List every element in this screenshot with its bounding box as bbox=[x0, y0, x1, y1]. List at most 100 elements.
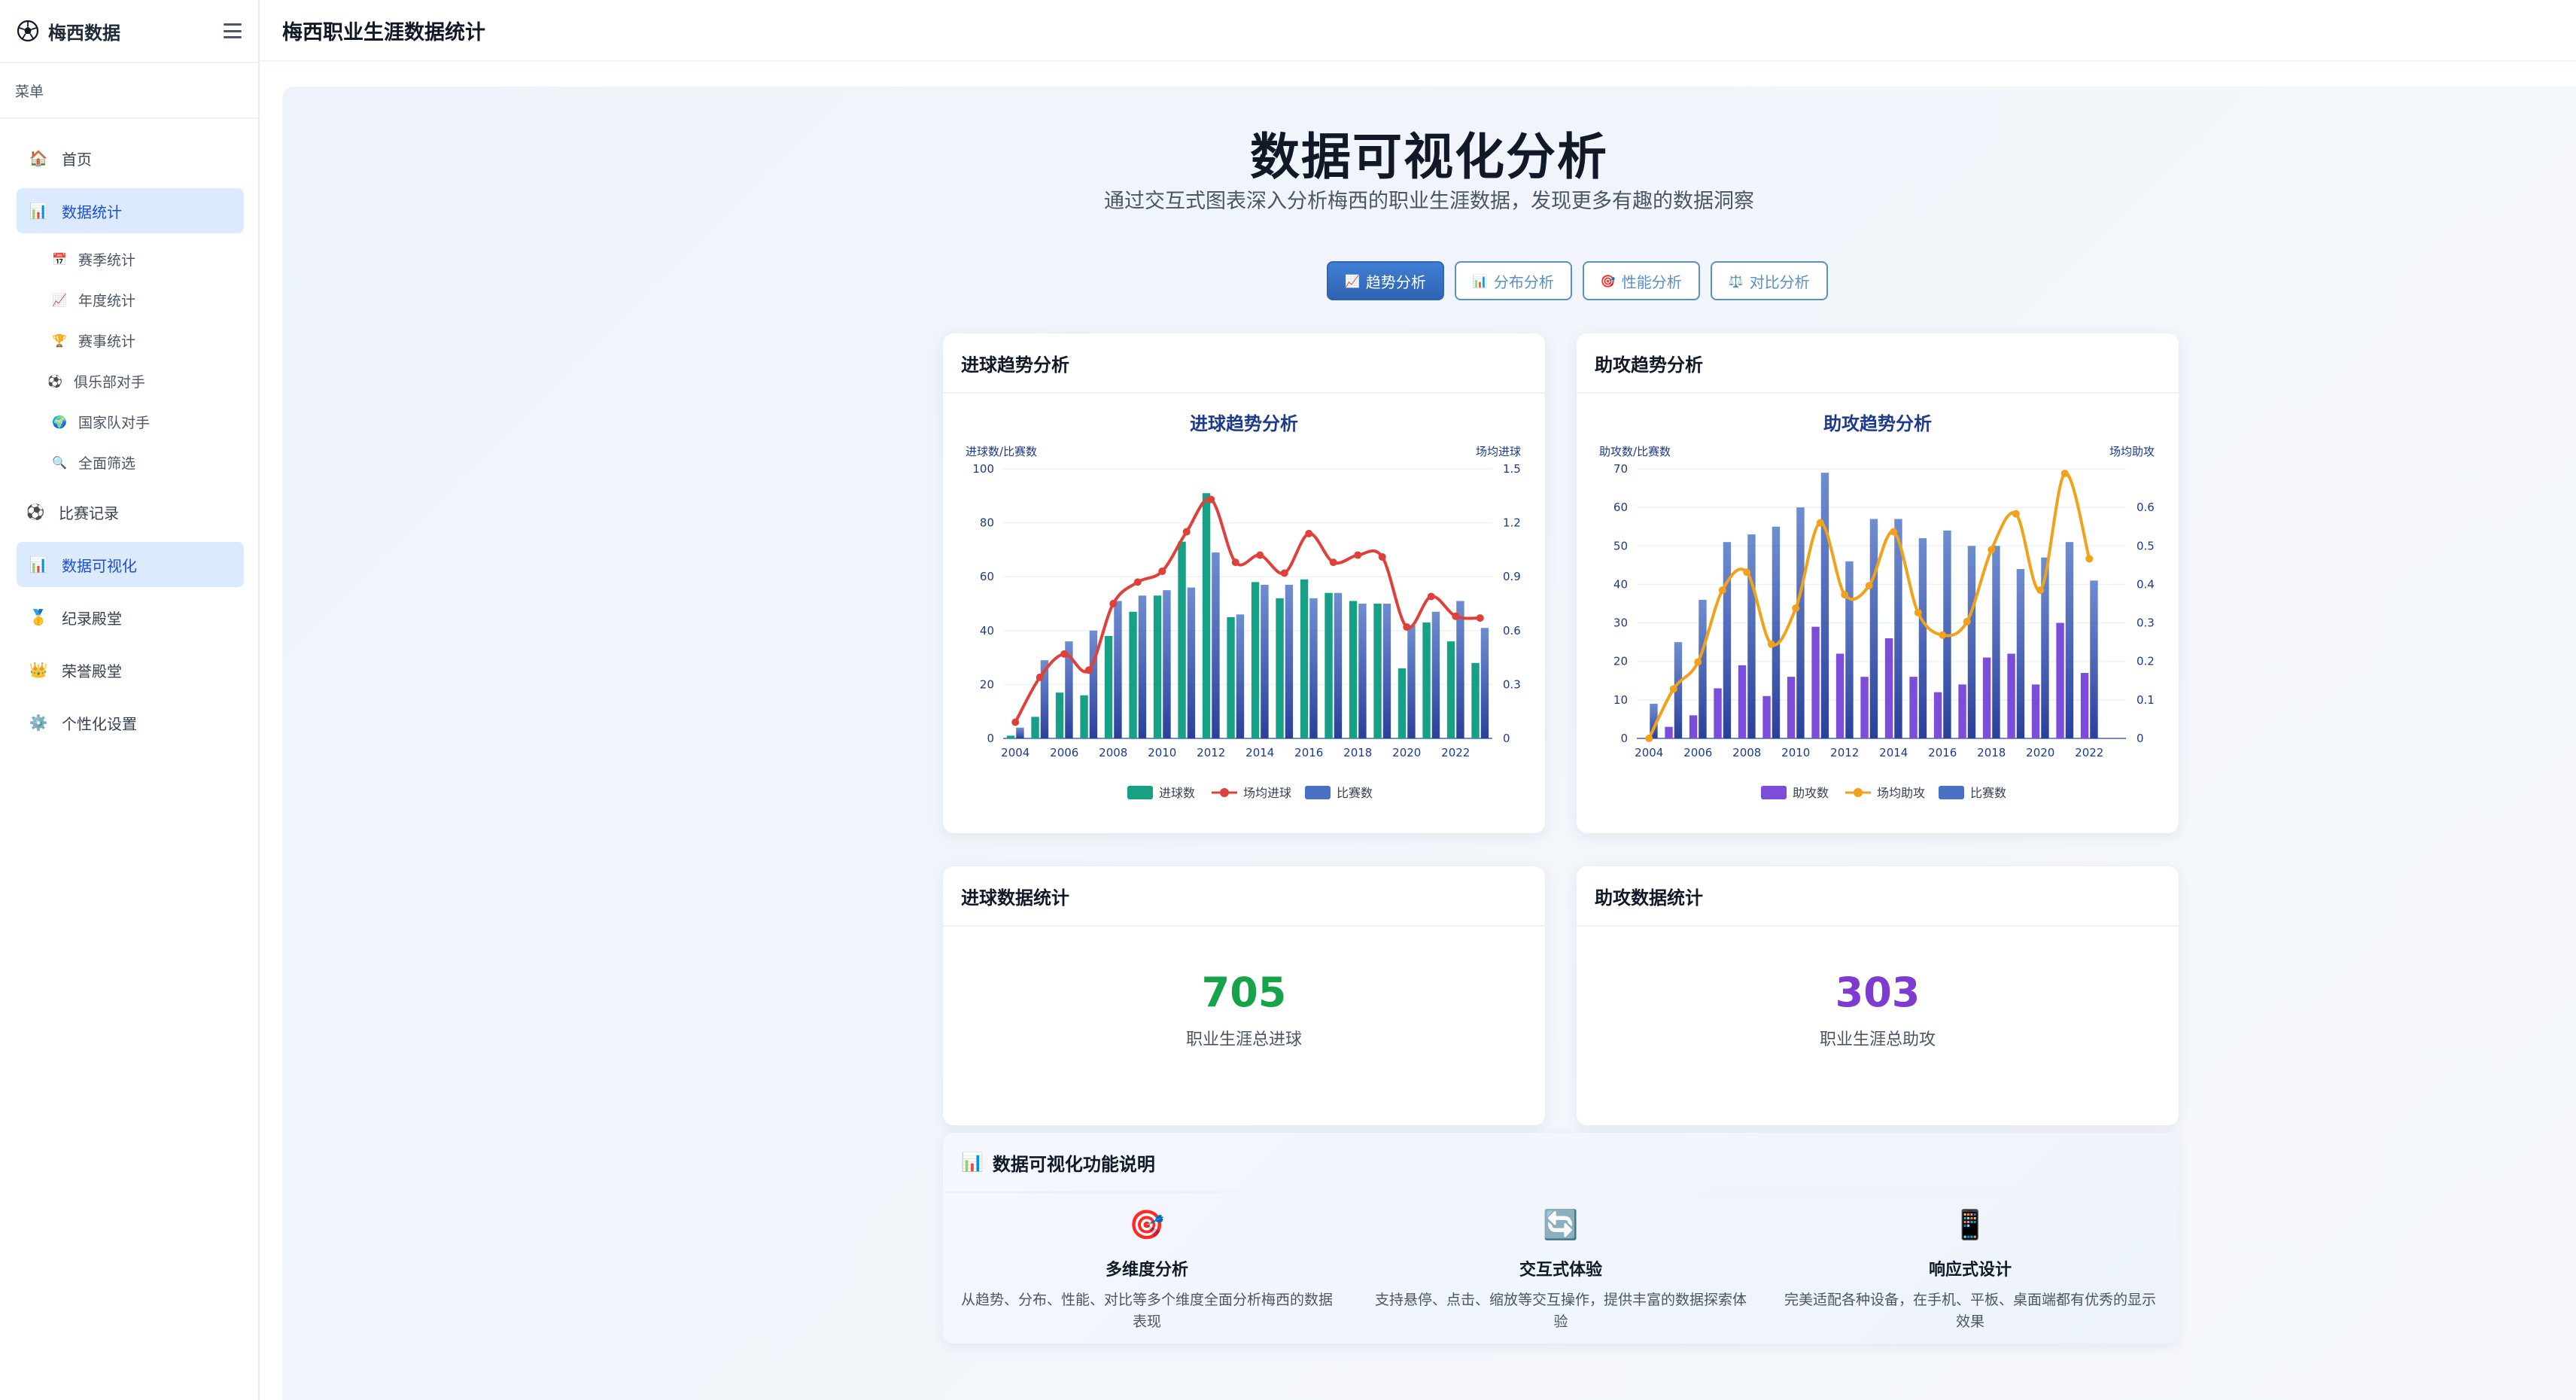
sidebar-subitem-yearly[interactable]: 📈 年度统计 bbox=[51, 285, 135, 315]
bar-进球数 bbox=[1446, 641, 1455, 738]
sidebar-subitem-label: 国家队对手 bbox=[78, 414, 151, 431]
card-title: 进球趋势分析 bbox=[943, 333, 1545, 394]
bar-进球数 bbox=[1471, 662, 1480, 738]
bar-比赛数 bbox=[1407, 625, 1416, 738]
bar-比赛数 bbox=[1236, 614, 1245, 738]
chart-title: 助攻趋势分析 bbox=[1823, 413, 1932, 434]
y2-tick-label: 0.3 bbox=[1503, 677, 1521, 691]
line-point bbox=[1939, 631, 1947, 639]
hero-title: 数据可视化分析 bbox=[1250, 128, 1608, 186]
x-tick-label: 2018 bbox=[1977, 746, 2006, 759]
bar-比赛数 bbox=[1016, 727, 1024, 738]
bar-助攻数 bbox=[1811, 626, 1820, 738]
sidebar-item-settings[interactable]: ⚙️ 个性化设置 bbox=[17, 700, 244, 745]
feature-description: 支持悬停、点击、缩放等交互操作，提供丰富的数据探索体验 bbox=[1374, 1292, 1747, 1330]
y-tick-label: 80 bbox=[980, 516, 994, 530]
sidebar-subitem-season[interactable]: 📅 赛季统计 bbox=[51, 244, 135, 274]
legend-swatch bbox=[1939, 786, 1964, 799]
card-title: 进球数据统计 bbox=[943, 866, 1545, 927]
sidebar-item-label: 荣誉殿堂 bbox=[62, 662, 122, 680]
bar-chart-icon: 📊 bbox=[1472, 273, 1488, 288]
tab-label: 趋势分析 bbox=[1365, 272, 1426, 291]
y2-tick-label: 0.6 bbox=[1503, 624, 1521, 638]
bar-助攻数 bbox=[2007, 653, 2015, 738]
y-tick-label: 50 bbox=[1613, 539, 1628, 552]
line-point bbox=[1669, 685, 1677, 693]
y-tick-label: 60 bbox=[1613, 501, 1628, 514]
bar-进球数 bbox=[1178, 541, 1186, 738]
card-title: 助攻数据统计 bbox=[1577, 866, 2179, 927]
tab-distribution[interactable]: 📊 分布分析 bbox=[1454, 261, 1572, 300]
sidebar-subitem-filter[interactable]: 🔍 全面筛选 bbox=[51, 447, 135, 477]
bar-比赛数 bbox=[1796, 507, 1805, 738]
bar-进球数 bbox=[1422, 622, 1431, 738]
y-tick-label: 30 bbox=[1613, 616, 1628, 630]
y2-tick-label: 0.9 bbox=[1503, 570, 1521, 583]
bar-助攻数 bbox=[1762, 695, 1771, 738]
gear-icon: ⚙️ bbox=[29, 714, 48, 732]
bar-比赛数 bbox=[1187, 587, 1196, 738]
sidebar-subitem-club-opponents[interactable]: ⚽ 俱乐部对手 bbox=[47, 366, 145, 396]
x-tick-label: 2016 bbox=[1928, 746, 1957, 759]
assists-trend-chart[interactable]: 助攻趋势分析助攻数/比赛数 场均助攻0 010 0.120 0.230 0.340 0.45… bbox=[1577, 394, 2179, 833]
bar-助攻数 bbox=[1835, 653, 1845, 738]
medal-icon: 🥇 bbox=[29, 608, 48, 626]
y-tick-label: 20 bbox=[1613, 655, 1628, 668]
y-tick-label: 40 bbox=[980, 624, 994, 638]
line-point bbox=[1452, 612, 1460, 620]
tab-label: 性能分析 bbox=[1621, 272, 1682, 291]
card-title: 助攻趋势分析 bbox=[1577, 333, 2179, 394]
bar-助攻数 bbox=[1982, 657, 1991, 738]
tab-performance[interactable]: 🎯 性能分析 bbox=[1582, 261, 1700, 300]
goals-trend-chart[interactable]: 进球趋势分析进球数/比赛数 场均进球0 020 0.340 0.660 0.980 1.21… bbox=[943, 394, 1545, 833]
sidebar-item-home[interactable]: 🏠 首页 bbox=[17, 135, 244, 181]
bar-助攻数 bbox=[1860, 677, 1869, 738]
line-point bbox=[1231, 558, 1239, 567]
bar-比赛数 bbox=[1382, 604, 1391, 738]
line-point bbox=[1109, 600, 1118, 607]
bar-比赛数 bbox=[1869, 519, 1878, 738]
top-bar: 梅西职业生涯数据统计 bbox=[260, 0, 2576, 62]
y-axis-label: 助攻数/比赛数 bbox=[1599, 445, 1671, 458]
bar-比赛数 bbox=[1163, 590, 1171, 738]
line-point bbox=[1890, 528, 1898, 536]
sidebar-item-records[interactable]: 🥇 纪录殿堂 bbox=[17, 595, 244, 640]
bar-比赛数 bbox=[1772, 526, 1781, 738]
soccer-ball-icon bbox=[17, 20, 39, 42]
legend-label: 助攻数 bbox=[1793, 786, 1829, 800]
assists-trend-card: 助攻趋势分析 助攻趋势分析 助攻数/比赛数 场均助攻 0 0 10 0.1 20 0.2 30 0.… bbox=[1577, 333, 2179, 833]
tab-trend[interactable]: 📈 趋势分析 bbox=[1327, 261, 1444, 300]
sidebar-item-statistics[interactable]: 📊 数据统计 bbox=[17, 188, 244, 233]
feature-interactive: 🔄 交互式体验 支持悬停、点击、缩放等交互操作，提供丰富的数据探索体验 bbox=[1361, 1208, 1760, 1333]
bar-助攻数 bbox=[1714, 688, 1722, 738]
sidebar-item-honors[interactable]: 👑 荣誉殿堂 bbox=[17, 647, 244, 692]
line-point bbox=[1256, 551, 1264, 559]
x-tick-label: 2008 bbox=[1099, 746, 1127, 759]
tab-label: 对比分析 bbox=[1749, 272, 1810, 291]
x-tick-label: 2022 bbox=[1441, 746, 1470, 759]
x-tick-label: 2020 bbox=[2026, 746, 2054, 759]
bar-比赛数 bbox=[1456, 601, 1464, 738]
sidebar-subitem-competition[interactable]: 🏆 赛事统计 bbox=[51, 325, 135, 355]
bar-进球数 bbox=[1055, 692, 1064, 738]
tab-comparison[interactable]: ⚖️ 对比分析 bbox=[1710, 261, 1828, 300]
line-point bbox=[1036, 673, 1044, 681]
line-point bbox=[1645, 735, 1653, 742]
total-assists-label: 职业生涯总助攻 bbox=[1819, 1030, 1936, 1049]
sidebar-item-visualization[interactable]: 📊 数据可视化 bbox=[17, 542, 244, 587]
sidebar-item-matches[interactable]: ⚽ 比赛记录 bbox=[14, 489, 241, 534]
brand: 梅西数据 bbox=[0, 0, 258, 63]
y-tick-label: 20 bbox=[980, 677, 994, 691]
x-tick-label: 2020 bbox=[1392, 746, 1421, 759]
x-tick-label: 2014 bbox=[1879, 746, 1908, 759]
y2-tick-label: 0.2 bbox=[2137, 655, 2155, 668]
x-tick-label: 2016 bbox=[1294, 746, 1323, 759]
bar-助攻数 bbox=[1933, 692, 1942, 738]
sidebar-subitem-national-opponents[interactable]: 🌍 国家队对手 bbox=[51, 406, 150, 437]
line-point bbox=[2060, 469, 2069, 477]
menu-toggle-icon[interactable] bbox=[224, 23, 242, 38]
total-goals-label: 职业生涯总进球 bbox=[1185, 1030, 1302, 1049]
line-point bbox=[1207, 495, 1215, 504]
y-tick-label: 10 bbox=[1613, 693, 1628, 707]
bar-进球数 bbox=[1080, 695, 1088, 738]
